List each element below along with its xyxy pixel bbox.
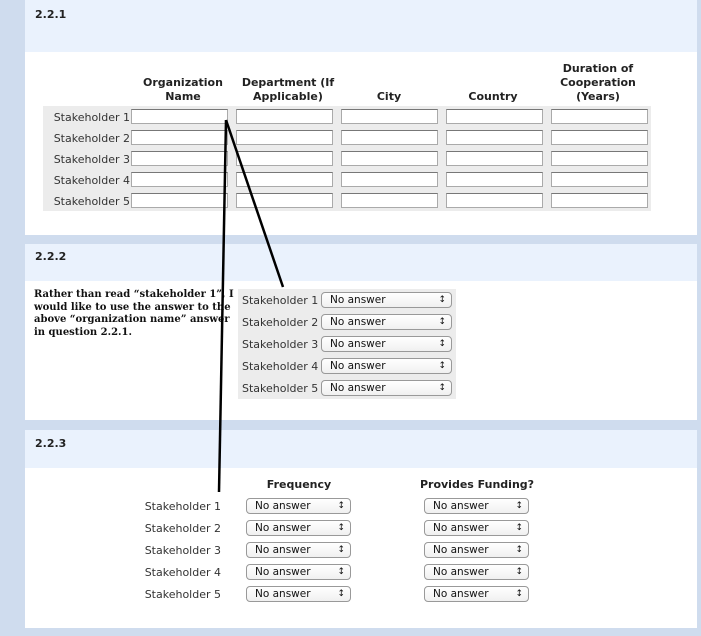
table-row: Stakeholder 4 No answer ↕ No answer ↕ [25, 561, 697, 583]
table-row: Stakeholder 2 [43, 128, 651, 147]
funding-select-2[interactable]: No answer ↕ [424, 520, 529, 536]
list-item: Stakeholder 5 No answer ↕ [238, 377, 456, 399]
list-item: Stakeholder 2 No answer ↕ [238, 311, 456, 333]
answer-select-5[interactable]: No answer ↕ [321, 380, 452, 396]
updown-arrow-icon: ↕ [438, 295, 446, 305]
city-input-1[interactable] [341, 109, 438, 124]
row-label: Stakeholder 4 [242, 360, 319, 373]
table-row: Stakeholder 1 [43, 107, 651, 126]
org-name-input-4[interactable] [131, 172, 228, 187]
org-name-input-2[interactable] [131, 130, 228, 145]
frequency-select-5[interactable]: No answer ↕ [246, 586, 351, 602]
duration-input-2[interactable] [551, 130, 648, 145]
updown-arrow-icon: ↕ [337, 523, 345, 533]
table-row: Stakeholder 1 No answer ↕ No answer ↕ [25, 495, 697, 517]
updown-arrow-icon: ↕ [438, 339, 446, 349]
updown-arrow-icon: ↕ [438, 317, 446, 327]
row-label: Stakeholder 3 [53, 153, 130, 166]
frequency-select-1[interactable]: No answer ↕ [246, 498, 351, 514]
department-input-2[interactable] [236, 130, 333, 145]
frequency-select-3[interactable]: No answer ↕ [246, 542, 351, 558]
table-row: Stakeholder 2 No answer ↕ No answer ↕ [25, 517, 697, 539]
funding-select-5[interactable]: No answer ↕ [424, 586, 529, 602]
frequency-select-4[interactable]: No answer ↕ [246, 564, 351, 580]
row-label: Stakeholder 5 [144, 588, 221, 601]
table-row: Stakeholder 5 [43, 191, 651, 210]
row-label: Stakeholder 5 [53, 195, 130, 208]
city-input-4[interactable] [341, 172, 438, 187]
col-duration: Duration of Cooperation (Years) [560, 62, 636, 103]
department-input-1[interactable] [236, 109, 333, 124]
col-provides-funding: Provides Funding? [419, 478, 535, 491]
updown-arrow-icon: ↕ [515, 501, 523, 511]
list-item: Stakeholder 3 No answer ↕ [238, 333, 456, 355]
row-label: Stakeholder 5 [242, 382, 319, 395]
col-department: Department (If Applicable) [241, 76, 335, 103]
section-title-2-2-2: 2.2.2 [25, 244, 697, 281]
updown-arrow-icon: ↕ [515, 523, 523, 533]
section-title-2-2-1: 2.2.1 [25, 0, 697, 52]
list-item: Stakeholder 4 No answer ↕ [238, 355, 456, 377]
duration-input-5[interactable] [551, 193, 648, 208]
updown-arrow-icon: ↕ [337, 501, 345, 511]
question-2-2-1: 2.2.1 Organization Name Department (If A… [25, 0, 697, 235]
row-label: Stakeholder 4 [53, 174, 130, 187]
funding-select-1[interactable]: No answer ↕ [424, 498, 529, 514]
col-city: City [376, 90, 402, 103]
city-input-2[interactable] [341, 130, 438, 145]
city-input-5[interactable] [341, 193, 438, 208]
country-input-2[interactable] [446, 130, 543, 145]
table-row: Stakeholder 3 No answer ↕ No answer ↕ [25, 539, 697, 561]
updown-arrow-icon: ↕ [337, 567, 345, 577]
city-input-3[interactable] [341, 151, 438, 166]
answer-select-4[interactable]: No answer ↕ [321, 358, 452, 374]
row-label: Stakeholder 1 [53, 111, 130, 124]
col-organization-name: Organization Name [143, 76, 223, 103]
annotation-note: Rather than read “stakeholder 1”, I woul… [34, 289, 234, 338]
row-label: Stakeholder 1 [144, 500, 221, 513]
row-label: Stakeholder 2 [144, 522, 221, 535]
country-input-4[interactable] [446, 172, 543, 187]
answer-select-2[interactable]: No answer ↕ [321, 314, 452, 330]
updown-arrow-icon: ↕ [515, 589, 523, 599]
table-row: Stakeholder 3 [43, 149, 651, 168]
updown-arrow-icon: ↕ [515, 545, 523, 555]
updown-arrow-icon: ↕ [337, 589, 345, 599]
funding-select-3[interactable]: No answer ↕ [424, 542, 529, 558]
table-row: Stakeholder 4 [43, 170, 651, 189]
country-input-5[interactable] [446, 193, 543, 208]
frequency-select-2[interactable]: No answer ↕ [246, 520, 351, 536]
row-label: Stakeholder 2 [53, 132, 130, 145]
col-country: Country [468, 90, 518, 103]
col-frequency: Frequency [266, 478, 332, 491]
duration-input-4[interactable] [551, 172, 648, 187]
answer-select-3[interactable]: No answer ↕ [321, 336, 452, 352]
department-input-3[interactable] [236, 151, 333, 166]
duration-input-3[interactable] [551, 151, 648, 166]
org-name-input-1[interactable] [131, 109, 228, 124]
section-title-2-2-3: 2.2.3 [25, 430, 697, 468]
department-input-5[interactable] [236, 193, 333, 208]
updown-arrow-icon: ↕ [515, 567, 523, 577]
country-input-1[interactable] [446, 109, 543, 124]
row-label: Stakeholder 3 [242, 338, 319, 351]
answer-select-1[interactable]: No answer ↕ [321, 292, 452, 308]
duration-input-1[interactable] [551, 109, 648, 124]
department-input-4[interactable] [236, 172, 333, 187]
updown-arrow-icon: ↕ [438, 383, 446, 393]
row-label: Stakeholder 4 [144, 566, 221, 579]
country-input-3[interactable] [446, 151, 543, 166]
row-label: Stakeholder 3 [144, 544, 221, 557]
question-2-2-3: 2.2.3 Frequency Provides Funding? Stakeh… [25, 430, 697, 628]
list-item: Stakeholder 1 No answer ↕ [238, 289, 456, 311]
funding-select-4[interactable]: No answer ↕ [424, 564, 529, 580]
question-2-2-2: 2.2.2 Rather than read “stakeholder 1”, … [25, 244, 697, 420]
updown-arrow-icon: ↕ [337, 545, 345, 555]
table-row: Stakeholder 5 No answer ↕ No answer ↕ [25, 583, 697, 605]
org-name-input-3[interactable] [131, 151, 228, 166]
row-label: Stakeholder 2 [242, 316, 319, 329]
org-name-input-5[interactable] [131, 193, 228, 208]
row-label: Stakeholder 1 [242, 294, 319, 307]
updown-arrow-icon: ↕ [438, 361, 446, 371]
